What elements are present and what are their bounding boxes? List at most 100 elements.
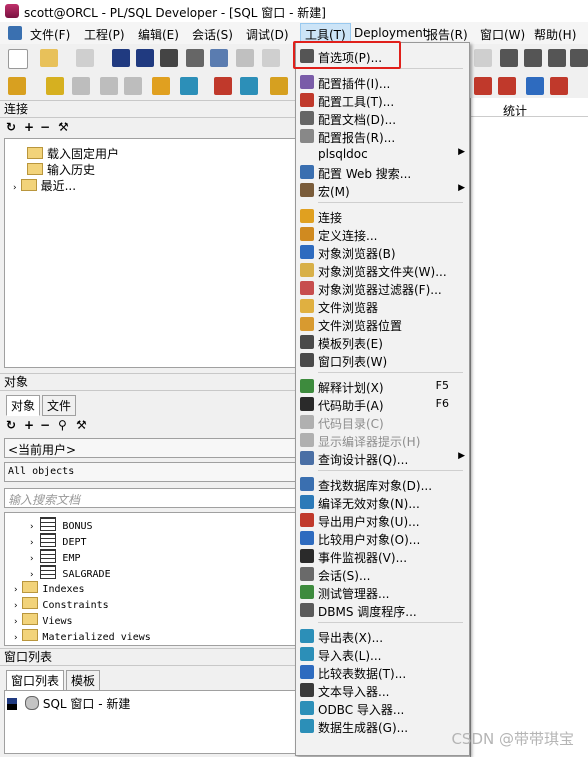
remove-icon[interactable]: − (40, 120, 50, 134)
bookmark-icon[interactable] (474, 77, 492, 95)
tab-files[interactable]: 文件 (42, 395, 77, 416)
expand-arrow-icon[interactable]: › (13, 633, 18, 643)
tools-menu-item[interactable]: ODBC 导入器... (296, 699, 469, 717)
save-icon[interactable] (112, 49, 130, 67)
expand-arrow-icon[interactable]: › (13, 183, 17, 193)
tools-menu-item[interactable]: 测试管理器... (296, 583, 469, 601)
tools-menu-item[interactable]: 导出表(X)... (296, 627, 469, 645)
user-select[interactable]: <当前用户> (4, 438, 296, 458)
expand-arrow-icon[interactable]: › (29, 522, 34, 532)
connections-tree[interactable]: 载入固定用户 输入历史 › 最近... (4, 138, 296, 368)
expand-arrow-icon[interactable]: › (29, 570, 34, 580)
tools-menu-item[interactable]: 比较表数据(T)... (296, 663, 469, 681)
tree-item-table[interactable]: › DEPT (29, 533, 87, 548)
tab-window-list[interactable]: 窗口列表 (6, 670, 65, 691)
remove-icon[interactable]: − (40, 418, 50, 432)
new-file-icon[interactable] (8, 49, 28, 69)
tools-menu-item[interactable]: 连接 (296, 207, 469, 225)
tab-objects[interactable]: 对象 (6, 395, 41, 416)
tree-item-folder[interactable]: › Constraints (13, 597, 109, 611)
tools-menu-item[interactable]: 查找数据库对象(D)... (296, 475, 469, 493)
fetch-icon[interactable] (100, 77, 118, 95)
filter-icon[interactable]: ⚒ (76, 418, 87, 432)
save-all-icon[interactable] (136, 49, 154, 67)
window-list-item[interactable]: SQL 窗口 - 新建 (7, 695, 130, 712)
tools-menu-item[interactable]: 对象浏览器文件夹(W)... (296, 261, 469, 279)
add-icon[interactable]: + (24, 120, 34, 134)
tools-menu-item[interactable]: 文本导入器... (296, 681, 469, 699)
menu-item-0[interactable]: 文件(F) (30, 26, 70, 43)
properties-icon[interactable]: ⚒ (58, 120, 69, 134)
redo-icon[interactable] (474, 49, 492, 67)
tree-item-folder[interactable]: › Materialized views (13, 629, 151, 643)
editor-area[interactable]: 统计 (470, 98, 588, 757)
menu-item-7[interactable]: 报告(R) (426, 26, 468, 43)
paste-icon[interactable] (236, 49, 254, 67)
tools-menu-item[interactable]: 对象浏览器过滤器(F)... (296, 279, 469, 297)
forward-arrow-icon[interactable] (550, 77, 568, 95)
tools-menu-item[interactable]: 定义连接... (296, 225, 469, 243)
tools-menu-item[interactable]: 导入表(L)... (296, 645, 469, 663)
comment-icon[interactable] (548, 49, 566, 67)
tools-menu-item[interactable]: 解释计划(X) F5 (296, 377, 469, 395)
object-search-input[interactable]: 输入搜索文档 (4, 488, 296, 508)
add-icon[interactable]: + (24, 418, 34, 432)
unindent-icon[interactable] (524, 49, 542, 67)
tools-menu-item[interactable]: 文件浏览器位置 (296, 315, 469, 333)
find-icon[interactable]: ⚲ (58, 418, 67, 432)
tools-menu-item[interactable]: 导出用户对象(U)... (296, 511, 469, 529)
color-icon[interactable] (498, 77, 516, 95)
expand-arrow-icon[interactable]: › (13, 601, 18, 611)
tree-item-recent[interactable]: › 最近... (13, 177, 76, 194)
menu-item-1[interactable]: 工程(P) (84, 26, 125, 43)
commit-icon[interactable] (180, 77, 198, 95)
tools-menu-item[interactable]: 查询设计器(Q)... ▶ (296, 449, 469, 467)
execute-gear-icon[interactable] (46, 77, 64, 95)
tools-menu-item[interactable]: plsqldoc ▶ (296, 145, 469, 163)
tools-menu-item[interactable]: 窗口列表(W) (296, 351, 469, 369)
tools-menu-item[interactable]: 配置 Web 搜索... (296, 163, 469, 181)
tree-item-folder[interactable]: › Views (13, 613, 73, 627)
tools-menu-item[interactable]: 会话(S)... (296, 565, 469, 583)
tools-menu-item[interactable]: 配置报告(R)... (296, 127, 469, 145)
uncomment-icon[interactable] (570, 49, 588, 67)
expand-arrow-icon[interactable]: › (13, 585, 18, 595)
tools-menu-item[interactable]: 模板列表(E) (296, 333, 469, 351)
tools-menu-item[interactable]: 配置插件(I)... (296, 73, 469, 91)
tree-item-table[interactable]: › BONUS (29, 517, 93, 532)
print-preview-icon[interactable] (160, 49, 178, 67)
back-arrow-icon[interactable] (526, 77, 544, 95)
rollback-icon[interactable] (214, 77, 232, 95)
tools-menu-item[interactable]: 文件浏览器 (296, 297, 469, 315)
expand-arrow-icon[interactable]: › (29, 554, 34, 564)
sql-icon[interactable] (152, 77, 170, 95)
menu-item-9[interactable]: 帮助(H) (534, 26, 576, 43)
key-icon[interactable] (8, 77, 26, 95)
sql-window-icon[interactable] (8, 26, 22, 40)
tools-menu-item[interactable]: 代码助手(A) F6 (296, 395, 469, 413)
copy-icon[interactable] (210, 49, 228, 67)
tools-icon[interactable] (270, 77, 288, 95)
refresh-icon[interactable]: ↻ (6, 120, 16, 134)
menu-item-4[interactable]: 调试(D) (246, 26, 289, 43)
menu-item-6[interactable]: Deployment (354, 26, 427, 40)
menu-item-2[interactable]: 编辑(E) (138, 26, 179, 43)
session-icon[interactable] (240, 77, 258, 95)
indent-icon[interactable] (500, 49, 518, 67)
tree-item-fixed-users[interactable]: 载入固定用户 (27, 145, 119, 162)
objects-tree[interactable]: › BONUS › DEPT › EMP › SALGRADE › Indexes › Co… (4, 512, 296, 646)
tools-menu-item[interactable]: 比较用户对象(O)... (296, 529, 469, 547)
tree-item-table[interactable]: › SALGRADE (29, 565, 111, 580)
object-filter-select[interactable]: All objects (4, 462, 296, 482)
expand-arrow-icon[interactable]: › (13, 617, 18, 627)
tools-menu-item[interactable]: 数据生成器(G)... (296, 717, 469, 735)
tools-menu-item[interactable]: 配置文档(D)... (296, 109, 469, 127)
tools-menu-item[interactable]: 对象浏览器(B) (296, 243, 469, 261)
tree-item-folder[interactable]: › Indexes (13, 581, 85, 595)
expand-arrow-icon[interactable]: › (29, 538, 34, 548)
break-icon[interactable] (72, 77, 90, 95)
tools-menu-item[interactable]: 编译无效对象(N)... (296, 493, 469, 511)
tree-item-history[interactable]: 输入历史 (27, 161, 95, 178)
fetch-all-icon[interactable] (124, 77, 142, 95)
tab-templates[interactable]: 模板 (66, 670, 101, 691)
